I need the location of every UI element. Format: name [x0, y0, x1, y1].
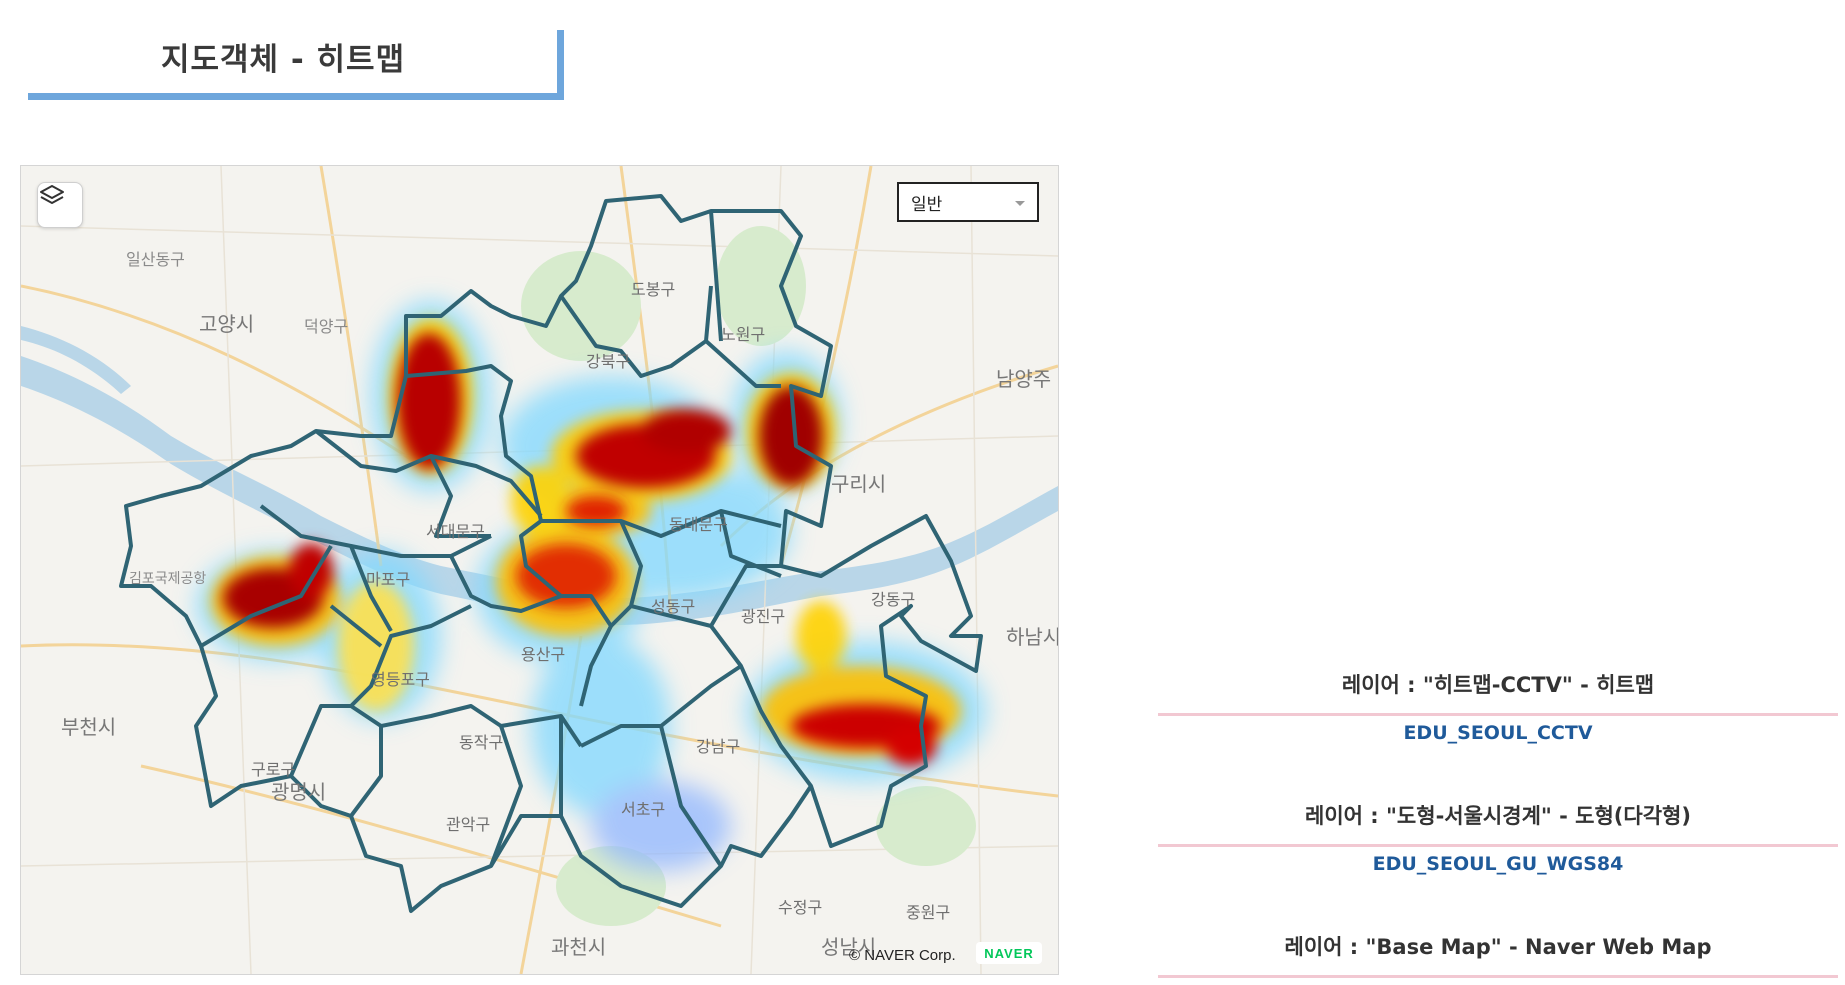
place-label: 서초구 [621, 800, 666, 819]
place-label: 과천시 [551, 935, 607, 959]
place-label: 강북구 [586, 352, 631, 371]
place-label: 광명시 [271, 780, 327, 804]
legend-layer-label: 레이어 : "히트맵-CCTV" - 히트맵 [1341, 673, 1655, 697]
place-label: 관악구 [446, 815, 491, 834]
place-label: 구로구 [251, 760, 296, 779]
place-label: 부천시 [61, 715, 117, 739]
legend-divider [1158, 844, 1838, 847]
map-type-value: 일반 [911, 194, 943, 215]
legend-layer-label: 레이어 : "Base Map" - Naver Web Map [1284, 935, 1712, 959]
place-label: 고양시 [199, 312, 255, 336]
place-label: 영등포구 [371, 670, 430, 689]
place-label: 구리시 [831, 472, 887, 496]
legend-layer-code: EDU_SEOUL_CCTV [1403, 722, 1593, 744]
page-title-block: 지도객체 - 히트맵 [28, 30, 564, 100]
map-layers-button[interactable] [37, 182, 83, 228]
place-label: 서대문구 [426, 522, 485, 541]
legend-divider [1158, 713, 1838, 716]
map-copyright: © NAVER Corp. [849, 947, 956, 964]
place-label: 수정구 [778, 898, 823, 917]
legend-layer-code: EDU_SEOUL_GU_WGS84 [1372, 853, 1624, 875]
legend-divider [1158, 975, 1838, 978]
page-title: 지도객체 - 히트맵 [161, 42, 406, 78]
place-label: 일산동구 [126, 250, 185, 269]
place-label: 도봉구 [631, 280, 676, 299]
map-view[interactable]: 고양시 덕양구 일산동구 남양주 구리시 하남시 부천시 광명시 과천시 성남시… [20, 165, 1059, 975]
chevron-down-icon [1015, 201, 1025, 206]
place-label: 광진구 [741, 607, 786, 626]
legend-layer-label: 레이어 : "도형-서울시경계" - 도형(다각형) [1305, 804, 1691, 828]
place-label: 중원구 [906, 903, 951, 922]
place-label: 마포구 [366, 570, 411, 589]
place-label: 김포국제공항 [129, 571, 207, 587]
title-underline [28, 93, 564, 100]
place-label: 성동구 [651, 597, 696, 616]
place-label: 남양주 [996, 367, 1052, 391]
namhansanseong-park [876, 786, 976, 866]
map-type-select[interactable]: 일반 [897, 182, 1039, 222]
place-label: 용산구 [521, 645, 566, 664]
place-label: 강동구 [871, 590, 916, 609]
place-label: 덕양구 [304, 317, 349, 336]
place-label: 강남구 [696, 737, 741, 756]
place-label: 동작구 [459, 733, 504, 752]
layer-legend: 레이어 : "히트맵-CCTV" - 히트맵 EDU_SEOUL_CCTV 레이… [1158, 665, 1838, 985]
title-accent-bar [557, 30, 564, 100]
place-label: 동대문구 [669, 515, 728, 534]
naver-logo[interactable]: NAVER [976, 942, 1042, 964]
place-label: 노원구 [721, 325, 766, 344]
place-label: 하남시 [1006, 625, 1059, 649]
layers-icon [40, 185, 64, 204]
